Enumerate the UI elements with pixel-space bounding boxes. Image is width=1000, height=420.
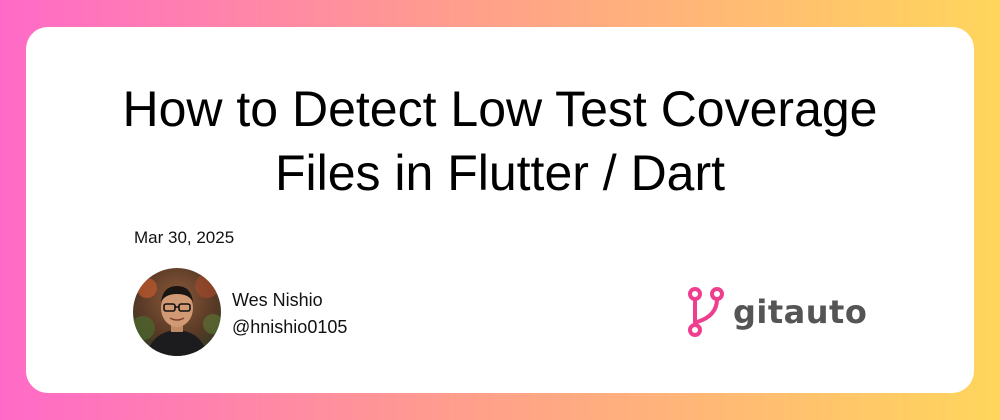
article-title: How to Detect Low Test Coverage Files in…	[26, 77, 974, 205]
publish-date: Mar 30, 2025	[134, 228, 235, 247]
brand-name: gitauto	[733, 293, 868, 331]
author-name: Wes Nishio	[232, 290, 323, 310]
cover-card: How to Detect Low Test Coverage Files in…	[26, 27, 974, 393]
avatar-photo	[133, 268, 221, 356]
gitauto-logo: gitauto	[687, 285, 867, 339]
author-handle: @hnishio0105	[232, 317, 348, 337]
git-branch-icon	[688, 287, 724, 337]
cover-background: How to Detect Low Test Coverage Files in…	[0, 0, 1000, 420]
author-avatar	[133, 268, 221, 356]
title-line-1: How to Detect Low Test Coverage	[122, 81, 878, 137]
title-line-2: Files in Flutter / Dart	[274, 145, 726, 201]
